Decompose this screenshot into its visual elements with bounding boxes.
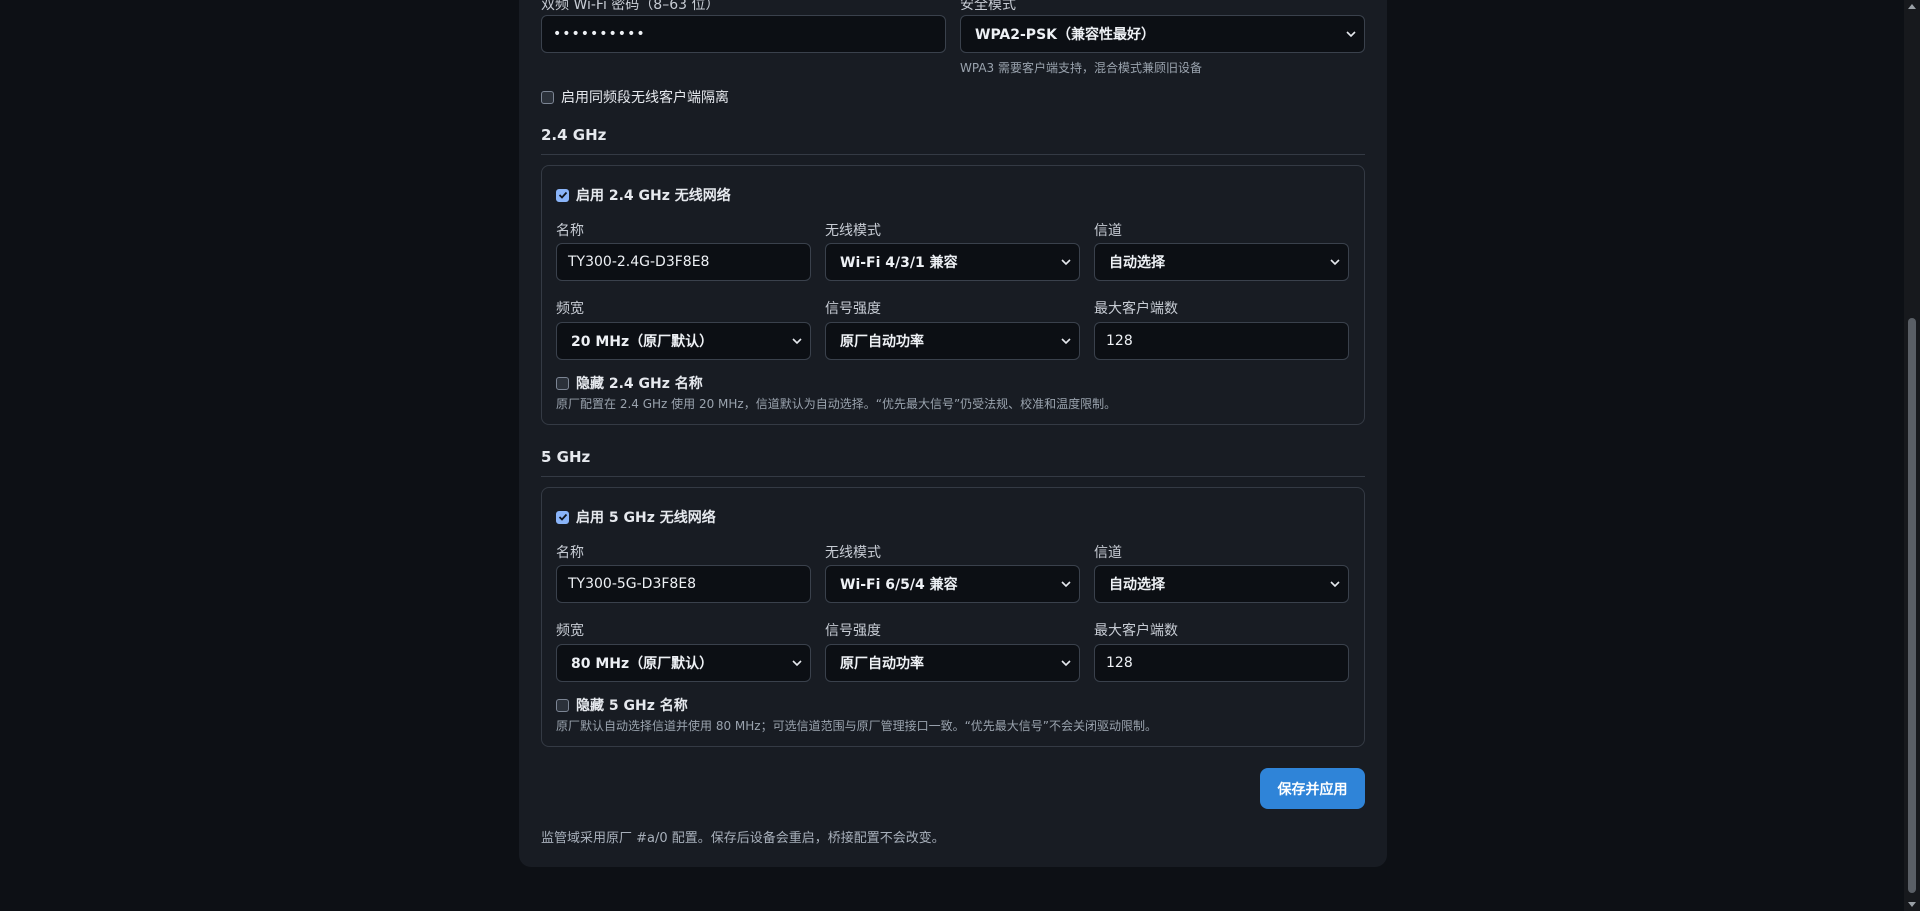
chevron-down-icon <box>1061 336 1071 346</box>
band-24-channel-select[interactable]: 自动选择 <box>1094 243 1349 281</box>
band-5-divider <box>541 476 1365 477</box>
band-24-power-value: 原厂自动功率 <box>840 334 924 350</box>
password-label: 双频 Wi-Fi 密码（8–63 位） <box>541 0 720 13</box>
band-24-title: 2.4 GHz <box>541 126 607 144</box>
page-scroll-area: 双频 Wi-Fi 密码（8–63 位） •••••••••• 安全模式 WPA2… <box>0 0 1904 911</box>
scroll-up-arrow-icon[interactable] <box>1908 3 1916 11</box>
check-icon <box>558 191 567 199</box>
chevron-down-icon <box>792 336 802 346</box>
band-5-mode-label: 无线模式 <box>825 545 881 561</box>
band-24-power-select[interactable]: 原厂自动功率 <box>825 322 1080 360</box>
band-5-name-label: 名称 <box>556 545 584 561</box>
client-isolation-checkbox[interactable] <box>541 90 554 104</box>
band-5-ssid-input[interactable]: TY300-5G-D3F8E8 <box>556 565 811 603</box>
security-mode-label: 安全模式 <box>960 0 1016 13</box>
chevron-down-icon <box>1061 579 1071 589</box>
band-24-divider <box>541 154 1365 155</box>
band-5-power-select[interactable]: 原厂自动功率 <box>825 644 1080 682</box>
password-value: •••••••••• <box>553 26 646 42</box>
client-isolation-toggle[interactable]: 启用同频段无线客户端隔离 <box>541 87 729 107</box>
band-24-max-clients-value: 128 <box>1106 333 1133 349</box>
band-5-mode-value: Wi-Fi 6/5/4 兼容 <box>840 577 958 593</box>
client-isolation-label: 启用同频段无线客户端隔离 <box>561 90 729 106</box>
band-5-max-clients-label: 最大客户端数 <box>1094 623 1178 639</box>
band-24-power-label: 信号强度 <box>825 301 881 317</box>
band-5-hide-checkbox[interactable] <box>556 698 569 712</box>
check-icon <box>558 513 567 521</box>
band-24-hide-checkbox[interactable] <box>556 376 569 390</box>
band-5-enable-label: 启用 5 GHz 无线网络 <box>576 510 716 526</box>
band-5-ssid-value: TY300-5G-D3F8E8 <box>568 576 697 592</box>
band-5-hide-label: 隐藏 5 GHz 名称 <box>576 698 688 714</box>
band-24-name-label: 名称 <box>556 223 584 239</box>
band-24-hide-label: 隐藏 2.4 GHz 名称 <box>576 376 703 392</box>
security-mode-value: WPA2-PSK（兼容性最好） <box>975 27 1155 43</box>
band-24-mode-select[interactable]: Wi-Fi 4/3/1 兼容 <box>825 243 1080 281</box>
band-24-enable-label: 启用 2.4 GHz 无线网络 <box>576 188 731 204</box>
band-5-channel-select[interactable]: 自动选择 <box>1094 565 1349 603</box>
band-5-hint: 原厂默认自动选择信道并使用 80 MHz；可选信道范围与原厂管理接口一致。“优先… <box>556 719 1158 733</box>
chevron-down-icon <box>792 658 802 668</box>
band-24-mode-value: Wi-Fi 4/3/1 兼容 <box>840 255 958 271</box>
band-5-title: 5 GHz <box>541 448 591 466</box>
band-5-bandwidth-label: 频宽 <box>556 623 584 639</box>
scroll-down-arrow-icon[interactable] <box>1908 900 1916 908</box>
band-5-power-label: 信号强度 <box>825 623 881 639</box>
band-5-bandwidth-value: 80 MHz（原厂默认） <box>571 656 714 672</box>
band-24-ssid-input[interactable]: TY300-2.4G-D3F8E8 <box>556 243 811 281</box>
band-24-enable-checkbox[interactable] <box>556 188 569 202</box>
scrollbar-thumb[interactable] <box>1908 318 1916 893</box>
band-24-bandwidth-select[interactable]: 20 MHz（原厂默认） <box>556 322 811 360</box>
band-5-hide-toggle[interactable]: 隐藏 5 GHz 名称 <box>556 695 688 715</box>
band-5-bandwidth-select[interactable]: 80 MHz（原厂默认） <box>556 644 811 682</box>
chevron-down-icon <box>1330 257 1340 267</box>
security-mode-select[interactable]: WPA2-PSK（兼容性最好） <box>960 15 1365 53</box>
chevron-down-icon <box>1061 658 1071 668</box>
security-mode-hint: WPA3 需要客户端支持，混合模式兼顾旧设备 <box>960 61 1202 75</box>
band-24-bandwidth-label: 频宽 <box>556 301 584 317</box>
password-field[interactable]: •••••••••• <box>541 15 946 53</box>
band-5-enable-checkbox[interactable] <box>556 510 569 524</box>
band-24-enable-toggle[interactable]: 启用 2.4 GHz 无线网络 <box>556 185 731 205</box>
chevron-down-icon <box>1346 29 1356 39</box>
band-5-power-value: 原厂自动功率 <box>840 656 924 672</box>
band-5-max-clients-input[interactable]: 128 <box>1094 644 1349 682</box>
vertical-scrollbar[interactable] <box>1904 0 1920 911</box>
save-apply-button[interactable]: 保存并应用 <box>1260 768 1365 809</box>
band-5-mode-select[interactable]: Wi-Fi 6/5/4 兼容 <box>825 565 1080 603</box>
chevron-down-icon <box>1330 579 1340 589</box>
band-24-hide-toggle[interactable]: 隐藏 2.4 GHz 名称 <box>556 373 703 393</box>
band-24-hint: 原厂配置在 2.4 GHz 使用 20 MHz，信道默认为自动选择。“优先最大信… <box>556 397 1117 411</box>
footer-note: 监管域采用原厂 #a/0 配置。保存后设备会重启，桥接配置不会改变。 <box>541 831 945 846</box>
band-24-mode-label: 无线模式 <box>825 223 881 239</box>
band-24-channel-value: 自动选择 <box>1109 255 1165 271</box>
band-24-max-clients-input[interactable]: 128 <box>1094 322 1349 360</box>
band-24-ssid-value: TY300-2.4G-D3F8E8 <box>568 254 710 270</box>
band-24-bandwidth-value: 20 MHz（原厂默认） <box>571 334 714 350</box>
band-24-channel-label: 信道 <box>1094 223 1122 239</box>
band-24-max-clients-label: 最大客户端数 <box>1094 301 1178 317</box>
band-5-max-clients-value: 128 <box>1106 655 1133 671</box>
band-5-channel-label: 信道 <box>1094 545 1122 561</box>
band-5-channel-value: 自动选择 <box>1109 577 1165 593</box>
chevron-down-icon <box>1061 257 1071 267</box>
band-5-enable-toggle[interactable]: 启用 5 GHz 无线网络 <box>556 507 716 527</box>
